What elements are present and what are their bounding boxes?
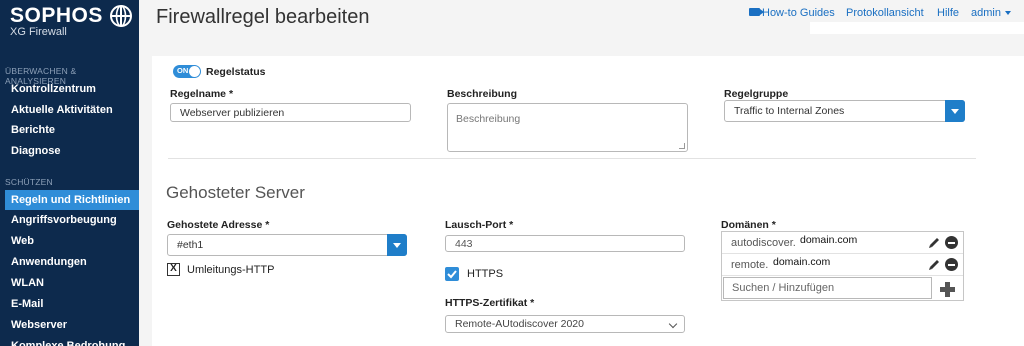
pencil-icon[interactable] <box>928 258 941 271</box>
https-label: HTTPS <box>467 268 504 280</box>
section-title-protect: SCHÜTZEN <box>5 177 53 187</box>
section-divider <box>168 158 976 159</box>
page-title: Firewallregel bearbeiten <box>156 6 370 28</box>
product-name: XG Firewall <box>10 26 67 38</box>
domains-list: autodiscover. domain.com remote. domain.… <box>721 231 964 301</box>
hosted-address-dropdown-button[interactable] <box>387 234 407 256</box>
rule-group-select[interactable]: Traffic to Internal Zones <box>724 100 965 122</box>
description-textarea[interactable]: Beschreibung <box>447 103 688 152</box>
nav-item-email[interactable]: E-Mail <box>0 294 139 314</box>
listen-port-value: 443 <box>455 237 473 250</box>
howto-guides-link[interactable]: How-to Guides <box>762 6 835 20</box>
nav-item-komplexe-bedrohung[interactable]: Komplexe Bedrohung <box>0 336 139 346</box>
domain-entry: autodiscover. domain.com <box>722 232 963 254</box>
log-view-link[interactable]: Protokollansicht <box>846 6 924 20</box>
nav-item-anwendungen[interactable]: Anwendungen <box>0 252 139 272</box>
nav-item-kontrollzentrum[interactable]: Kontrollzentrum <box>0 79 139 99</box>
nav-item-angriffsvorbeugung[interactable]: Angriffsvorbeugung <box>0 210 139 230</box>
description-label: Beschreibung <box>447 88 518 100</box>
video-icon <box>749 8 764 16</box>
hosted-address-value: #eth1 <box>177 239 204 251</box>
rule-name-label: Regelname * <box>170 88 234 100</box>
chevron-down-icon <box>1004 11 1011 16</box>
nav-item-regeln-und-richtlinien[interactable]: Regeln und Richtlinien <box>5 190 139 210</box>
header-strip <box>810 22 1024 34</box>
nav-item-web[interactable]: Web <box>0 231 139 251</box>
user-name: admin <box>971 7 1001 19</box>
listen-port-label: Lausch-Port * <box>445 219 514 231</box>
domain-search-placeholder: Suchen / Hinzufügen <box>732 282 835 294</box>
sidebar: SOPHOS XG Firewall ÜBERWACHEN & ANALYSIE… <box>0 0 139 346</box>
https-cert-value: Remote-AUtodiscover 2020 <box>455 318 584 330</box>
domains-label: Domänen * <box>721 219 776 231</box>
add-icon[interactable] <box>940 282 955 297</box>
domain-prefix: remote. <box>731 259 769 271</box>
domain-entry: remote. domain.com <box>722 254 963 276</box>
brand-name: SOPHOS <box>10 4 103 27</box>
nav-item-wlan[interactable]: WLAN <box>0 273 139 293</box>
chevron-down-icon <box>668 319 678 329</box>
hosted-address-select[interactable]: #eth1 <box>167 234 407 256</box>
rule-status-label: Regelstatus <box>206 66 266 78</box>
rule-group-value: Traffic to Internal Zones <box>734 105 845 117</box>
domain-suffix: domain.com <box>771 256 833 268</box>
remove-icon[interactable] <box>945 258 958 271</box>
globe-icon <box>109 5 132 27</box>
resize-grip-icon[interactable] <box>679 143 685 149</box>
sophos-logo[interactable]: SOPHOS <box>10 4 133 28</box>
rule-name-input[interactable]: Webserver publizieren <box>170 103 411 122</box>
nav-item-webserver[interactable]: Webserver <box>0 315 139 335</box>
domain-suffix: domain.com <box>798 234 860 246</box>
remove-icon[interactable] <box>945 236 958 249</box>
rule-name-value: Webserver publizieren <box>180 106 285 119</box>
https-cert-label: HTTPS-Zertifikat * <box>445 297 535 309</box>
pencil-icon[interactable] <box>928 236 941 249</box>
description-placeholder: Beschreibung <box>456 113 521 125</box>
nav-item-aktuelle-aktivitaeten[interactable]: Aktuelle Aktivitäten <box>0 100 139 120</box>
help-link[interactable]: Hilfe <box>937 6 959 20</box>
redirect-http-checkbox[interactable]: X <box>167 263 180 276</box>
domain-search-input[interactable]: Suchen / Hinzufügen <box>723 277 932 299</box>
hosted-address-label: Gehostete Adresse * <box>167 219 270 231</box>
user-menu[interactable]: admin <box>971 6 1011 20</box>
rule-status-toggle[interactable]: ON <box>173 65 201 78</box>
https-cert-select[interactable]: Remote-AUtodiscover 2020 <box>445 315 685 333</box>
rule-group-label: Regelgruppe <box>724 88 789 100</box>
hosted-server-heading: Gehosteter Server <box>166 183 305 202</box>
nav-item-berichte[interactable]: Berichte <box>0 120 139 140</box>
https-checkbox[interactable] <box>445 267 459 281</box>
toggle-text: ON <box>177 66 189 75</box>
toggle-knob <box>189 66 200 77</box>
listen-port-input[interactable]: 443 <box>445 235 685 252</box>
domain-prefix: autodiscover. <box>731 237 796 249</box>
checkbox-x-mark: X <box>170 263 177 274</box>
checkmark-icon <box>447 270 457 279</box>
rule-group-dropdown-button[interactable] <box>945 100 965 122</box>
redirect-http-label: Umleitungs-HTTP <box>187 264 275 276</box>
nav-item-diagnose[interactable]: Diagnose <box>0 141 139 161</box>
